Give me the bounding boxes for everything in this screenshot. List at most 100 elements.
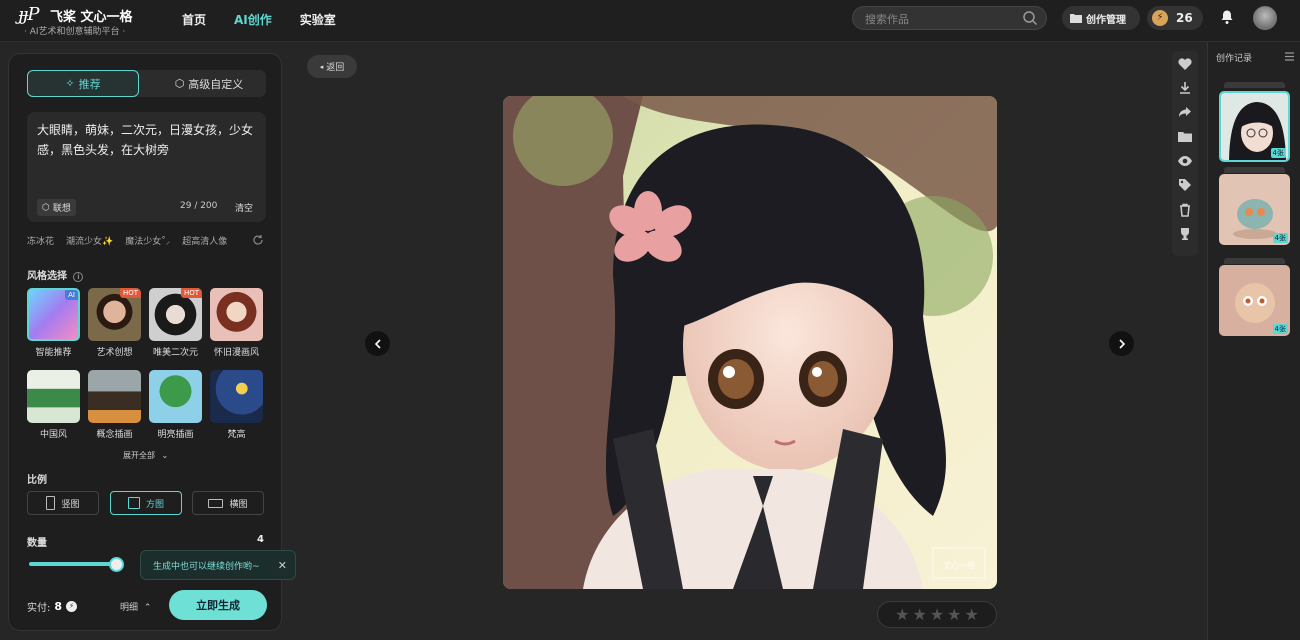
points-balance[interactable]: ⚡ 26: [1147, 6, 1203, 30]
quantity-slider-handle[interactable]: [109, 557, 124, 572]
quantity-title: 数量: [27, 538, 47, 549]
search-input[interactable]: 搜索作品: [852, 6, 1047, 30]
style-thumb: HOT: [88, 288, 141, 341]
style-bright-illustration[interactable]: 明亮插画: [149, 370, 202, 440]
suggest-tag[interactable]: 超高清人像: [182, 234, 227, 247]
generated-image[interactable]: 文心一格: [503, 96, 997, 589]
tooltip-text: 生成中也可以继续创作哟~: [153, 561, 260, 572]
nav-ai-create[interactable]: AI创作: [234, 11, 272, 28]
cube-icon: ⬡: [174, 77, 185, 90]
expand-all-button[interactable]: 展开全部 ⌄: [123, 450, 168, 461]
trophy-icon[interactable]: [1177, 226, 1193, 242]
style-label: 明亮插画: [157, 430, 194, 440]
star-icon[interactable]: ★: [912, 605, 926, 624]
main-nav: 首页 AI创作 实验室: [182, 11, 336, 28]
image-toolbar: [1172, 51, 1198, 256]
style-thumb: [149, 370, 202, 423]
star-icon[interactable]: ★: [930, 605, 944, 624]
generate-button[interactable]: 立即生成: [169, 590, 267, 620]
ratio-title: 比例: [27, 475, 47, 486]
clear-button[interactable]: 清空: [235, 201, 253, 214]
list-icon[interactable]: [1284, 51, 1295, 62]
history-count: 4张: [1270, 148, 1286, 158]
history-count: 4张: [1272, 324, 1288, 334]
refresh-icon[interactable]: [252, 234, 264, 246]
prompt-text[interactable]: 大眼睛，萌妹，二次元，日漫女孩，少女感，黑色头发，在大树旁: [37, 120, 259, 160]
style-thumb: [210, 288, 263, 341]
portrait-icon: [46, 496, 56, 510]
ratio-label: 方图: [145, 499, 164, 510]
back-button[interactable]: ◂ 返回: [307, 55, 357, 78]
association-button[interactable]: ⬡ 联想: [37, 199, 76, 216]
eye-icon[interactable]: [1177, 153, 1193, 169]
star-icon[interactable]: ★: [965, 605, 979, 624]
quantity-value: 4: [257, 534, 264, 545]
prompt-textarea[interactable]: 大眼睛，萌妹，二次元，日漫女孩，少女感，黑色头发，在大树旁 ⬡ 联想 29 / …: [27, 112, 266, 222]
coin-icon: ⚡: [66, 601, 78, 612]
history-item[interactable]: 4张: [1219, 174, 1290, 245]
square-icon: [127, 497, 140, 509]
tab-recommend[interactable]: ✧ 推荐: [27, 70, 139, 97]
user-avatar[interactable]: [1253, 6, 1277, 30]
tab-advanced[interactable]: ⬡ 高级自定义: [153, 70, 265, 97]
payment-summary: 实付: 8 ⚡: [27, 599, 78, 614]
next-image-button[interactable]: [1109, 331, 1134, 356]
history-count: 4张: [1272, 233, 1288, 243]
tab-recommend-label: 推荐: [78, 77, 101, 91]
ratio-landscape[interactable]: 横图: [192, 491, 264, 515]
style-thumb: [210, 370, 263, 423]
pay-value: 8: [54, 600, 63, 613]
star-icon[interactable]: ★: [895, 605, 909, 624]
style-chinese[interactable]: 中国风: [27, 370, 80, 440]
history-stack-shadow: [1224, 167, 1285, 173]
nav-lab[interactable]: 实验室: [300, 11, 336, 28]
download-icon[interactable]: [1177, 80, 1193, 96]
style-thumb: [27, 370, 80, 423]
info-icon[interactable]: i: [73, 272, 84, 282]
creation-panel: ✧ 推荐 ⬡ 高级自定义 大眼睛，萌妹，二次元，日漫女孩，少女感，黑色头发，在大…: [8, 53, 282, 631]
mode-tabs: ✧ 推荐 ⬡ 高级自定义: [27, 70, 266, 97]
share-icon[interactable]: [1177, 104, 1193, 120]
creation-management-label: 创作管理: [1086, 14, 1126, 26]
style-anime[interactable]: HOT 唯美二次元: [149, 288, 202, 358]
hot-badge: HOT: [180, 288, 202, 298]
style-label: 艺术创想: [96, 348, 133, 358]
logo[interactable]: ɟɟP 飞桨 文心一格 · AI艺术和创意辅助平台 ·: [18, 4, 148, 38]
style-retro-comic[interactable]: 怀旧漫画风: [210, 288, 263, 358]
style-smart-recommend[interactable]: AI 智能推荐: [27, 288, 80, 358]
history-item[interactable]: 4张: [1219, 265, 1290, 336]
suggest-tag[interactable]: 冻冰花: [27, 234, 54, 247]
style-thumb: HOT: [149, 288, 202, 341]
suggest-tag[interactable]: 潮流少女✨: [66, 234, 113, 247]
detail-label: 明细: [120, 603, 139, 613]
suggest-tag[interactable]: 魔法少女˚⸝: [125, 234, 170, 247]
ai-badge: AI: [65, 290, 78, 300]
style-label: 唯美二次元: [152, 348, 198, 358]
style-van-gogh[interactable]: 梵高: [210, 370, 263, 440]
creation-management-button[interactable]: 创作管理: [1062, 6, 1140, 30]
folder-icon[interactable]: [1177, 129, 1193, 145]
trash-icon[interactable]: [1177, 202, 1193, 218]
star-icon[interactable]: ★: [947, 605, 961, 624]
style-label: 智能推荐: [35, 348, 72, 358]
ratio-square[interactable]: 方图: [110, 491, 182, 515]
chevron-up-icon: ⌃: [143, 603, 152, 613]
back-label: 返回: [326, 63, 345, 73]
style-title: 风格选择 i: [27, 267, 84, 282]
search-icon[interactable]: [1022, 10, 1038, 26]
watermark: 文心一格: [943, 560, 975, 570]
quantity-slider-track[interactable]: [29, 562, 121, 566]
ratio-portrait[interactable]: 竖图: [27, 491, 99, 515]
history-item[interactable]: 4张: [1219, 91, 1290, 162]
detail-toggle[interactable]: 明细 ⌃: [120, 600, 151, 613]
prev-image-button[interactable]: [365, 331, 390, 356]
style-art-idea[interactable]: HOT 艺术创想: [88, 288, 141, 358]
folder-icon: [1070, 14, 1082, 23]
close-icon[interactable]: ✕: [278, 559, 287, 572]
style-concept-art[interactable]: 概念插画: [88, 370, 141, 440]
heart-icon[interactable]: [1177, 56, 1193, 72]
style-label: 怀旧漫画风: [213, 348, 259, 358]
bell-icon[interactable]: [1219, 9, 1235, 25]
tag-icon[interactable]: [1177, 177, 1193, 193]
nav-home[interactable]: 首页: [182, 11, 206, 28]
